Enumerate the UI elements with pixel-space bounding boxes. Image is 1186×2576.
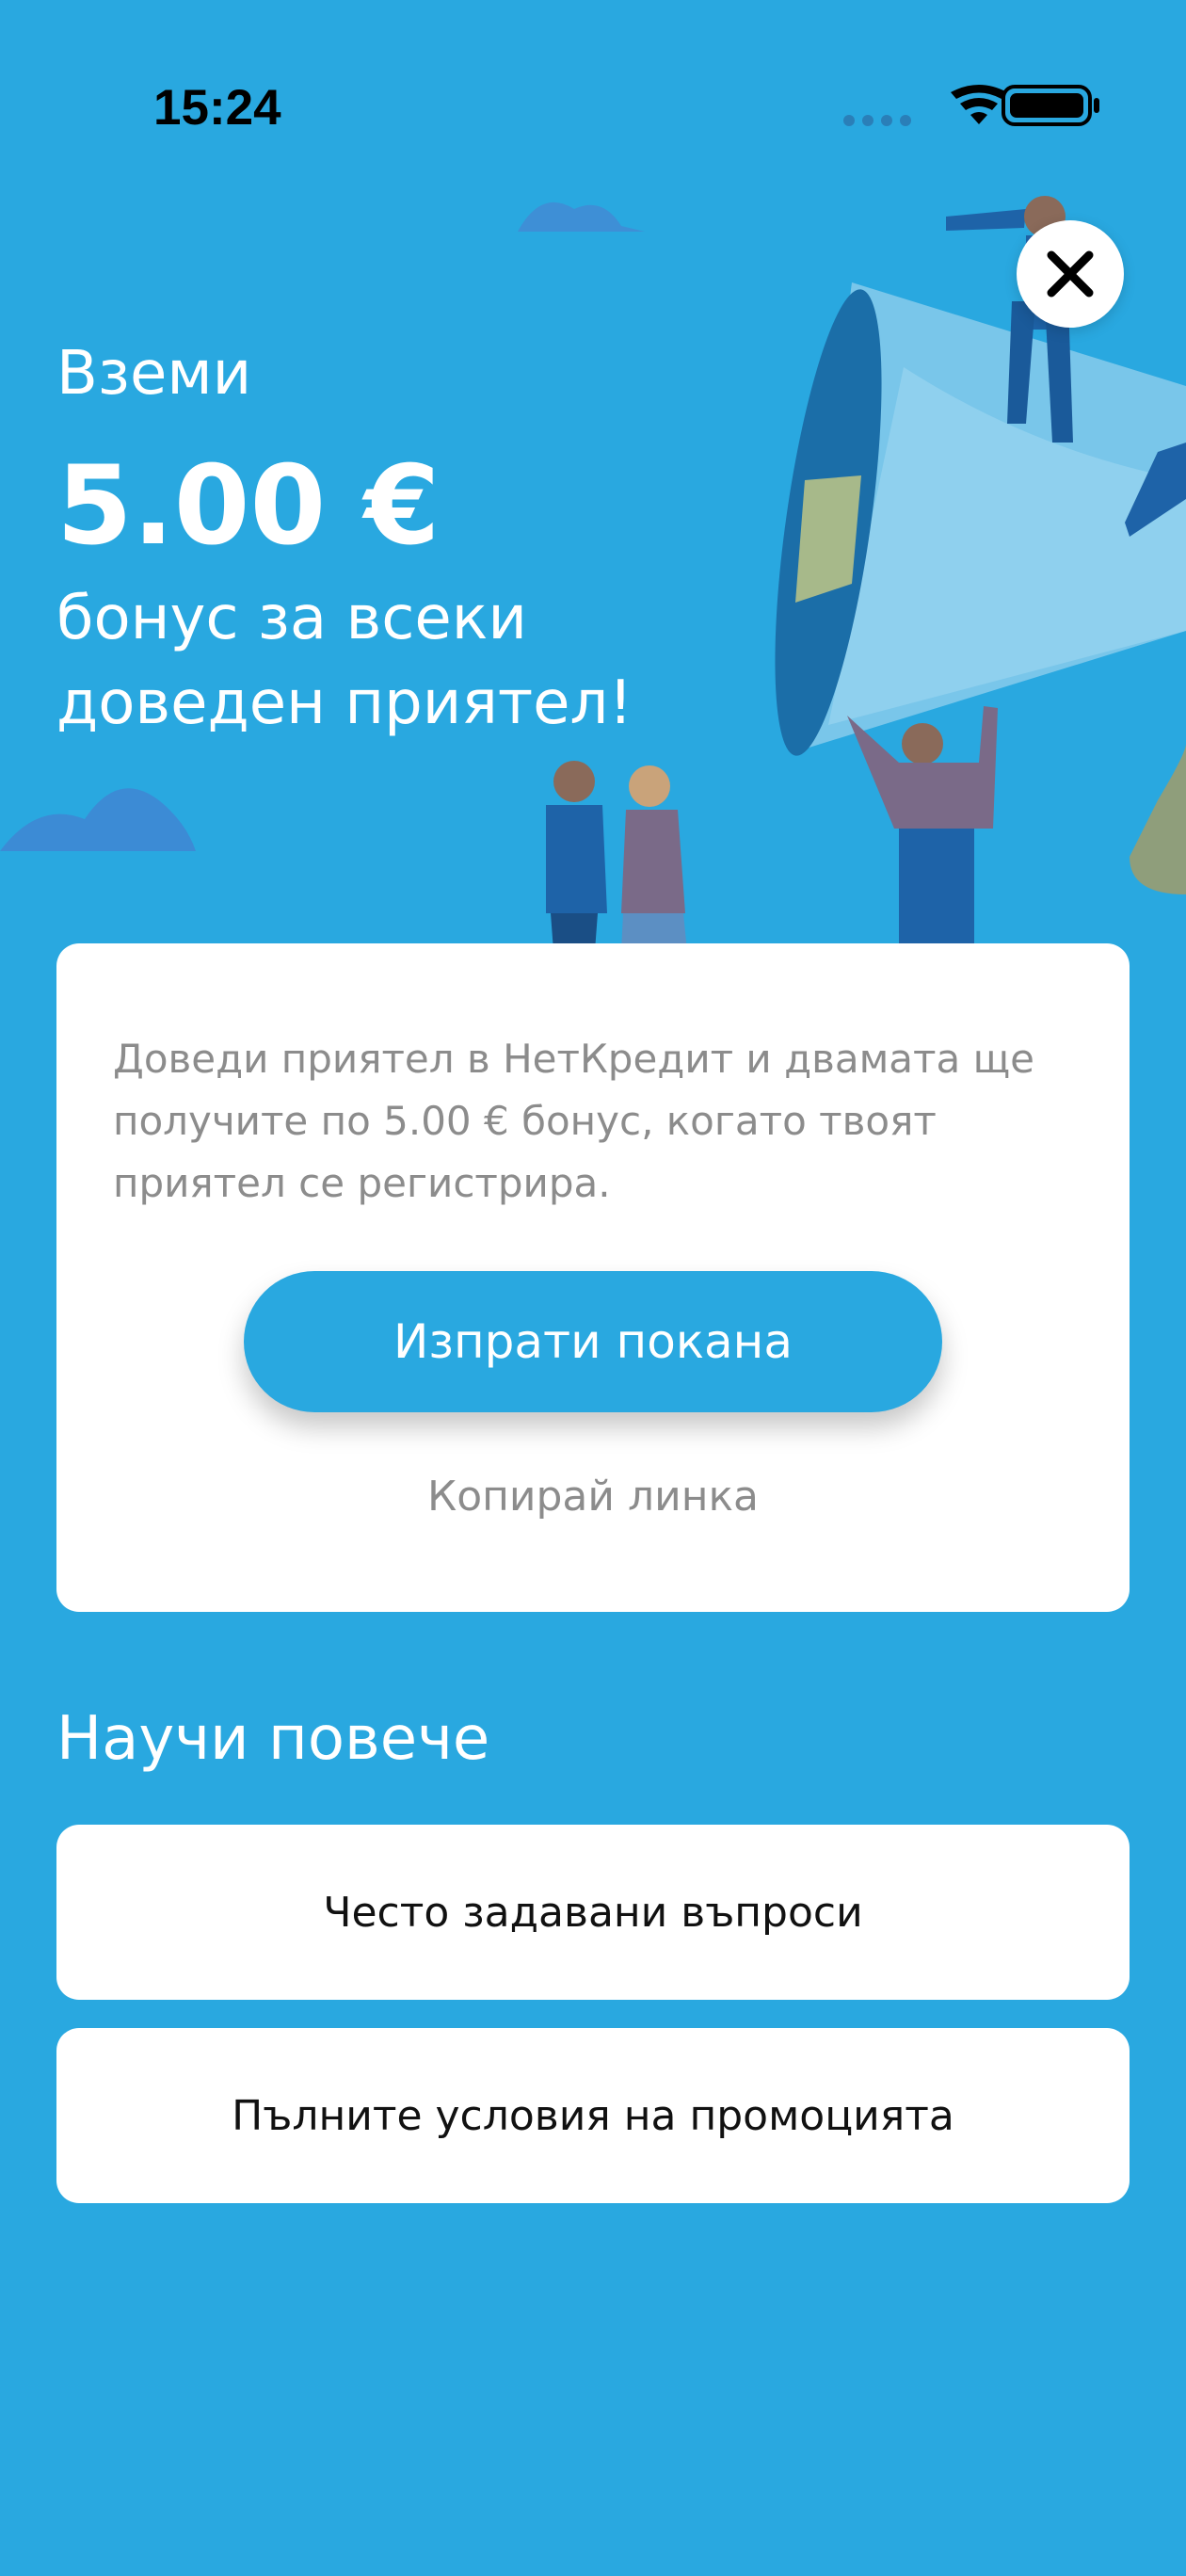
close-button[interactable]: [1017, 220, 1124, 328]
invite-description: Доведи приятел в НетКредит и двамата ще …: [113, 1036, 1034, 1206]
bonus-amount: 5.00 €: [56, 443, 441, 570]
copy-link-button[interactable]: Копирай линка: [56, 1473, 1130, 1521]
hero-subline: бонус за всеки доведен приятел!: [56, 584, 633, 738]
signal-icon: [843, 115, 911, 126]
promo-terms-button[interactable]: Пълните условия на промоцията: [56, 2028, 1130, 2203]
status-icons: [838, 83, 1111, 134]
battery-icon: [1002, 85, 1099, 126]
hero-headline: Вземи: [56, 339, 252, 409]
invite-card: Доведи приятел в НетКредит и двамата ще …: [56, 943, 1130, 1612]
wifi-icon: [951, 85, 1007, 124]
status-time: 15:24: [153, 80, 281, 136]
send-invite-button[interactable]: Изпрати покана: [244, 1271, 942, 1412]
faq-button[interactable]: Често задавани въпроси: [56, 1825, 1130, 2000]
learn-more-title: Научи повече: [56, 1704, 490, 1774]
status-bar: 15:24: [0, 0, 1186, 141]
close-icon: [1047, 250, 1094, 298]
